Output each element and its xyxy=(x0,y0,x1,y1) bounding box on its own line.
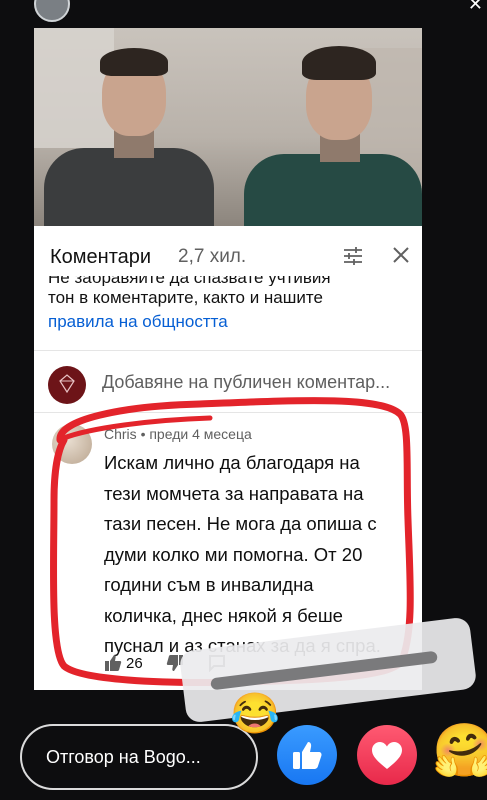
comments-count: 2,7 хил. xyxy=(178,246,247,267)
guidelines-cut-line: Не забравяйте да спазвате учтивия xyxy=(48,276,331,286)
comment-line: думи колко ми помогна. От 20 xyxy=(104,543,363,565)
comment-author[interactable]: Chris xyxy=(104,426,137,442)
thumbs-up-icon[interactable] xyxy=(104,654,122,672)
reply-placeholder: Отговор на Bogo... xyxy=(46,747,201,767)
comments-title: Коментари xyxy=(50,246,152,268)
sticker-bar xyxy=(210,650,438,691)
comment-line: години съм в инвалидна xyxy=(104,574,314,595)
comment-line: количка, днес някой я беше xyxy=(104,604,343,626)
close-icon[interactable]: ✕ xyxy=(468,0,483,15)
like-count: 26 xyxy=(126,655,143,672)
like-reaction-button[interactable] xyxy=(277,725,337,785)
avatar[interactable] xyxy=(52,424,92,464)
add-comment-row[interactable]: Добавяне на публичен коментар... xyxy=(34,358,422,408)
close-comments-icon[interactable] xyxy=(388,242,414,268)
divider xyxy=(34,350,422,351)
love-reaction-button[interactable] xyxy=(357,725,417,785)
community-guidelines-note: Не забравяйте да спазвате учтивия тон в … xyxy=(48,276,416,334)
heart-icon xyxy=(372,742,402,769)
thumbs-up-icon xyxy=(293,742,322,769)
divider xyxy=(34,412,422,413)
avatar xyxy=(48,366,86,404)
story-avatar[interactable] xyxy=(34,0,70,22)
video-thumbnail xyxy=(34,28,422,226)
laugh-emoji-icon[interactable]: 😂 xyxy=(230,690,280,738)
guidelines-text: тон в коментарите, както и нашите xyxy=(48,288,323,307)
reply-input[interactable]: Отговор на Bogo... xyxy=(20,724,258,790)
hug-emoji-icon[interactable]: 🤗 xyxy=(432,720,487,782)
comment-meta: Chris • преди 4 месеца xyxy=(104,426,252,442)
person-left xyxy=(44,36,214,226)
community-guidelines-link[interactable]: правила на общността xyxy=(48,312,228,331)
add-comment-input[interactable]: Добавяне на публичен коментар... xyxy=(102,372,420,393)
comment-time: • преди 4 месеца xyxy=(140,426,252,442)
sort-icon[interactable] xyxy=(340,243,366,269)
comment-line: Искам лично да благодаря на xyxy=(104,452,360,473)
comment-line: тези момчета за направата на xyxy=(104,482,364,504)
person-right xyxy=(244,36,422,226)
comment-line: тази песен. Не мога да опиша с xyxy=(104,513,377,534)
shared-screenshot: Коментари 2,7 хил. Не забравяйте да спаз… xyxy=(34,28,422,690)
